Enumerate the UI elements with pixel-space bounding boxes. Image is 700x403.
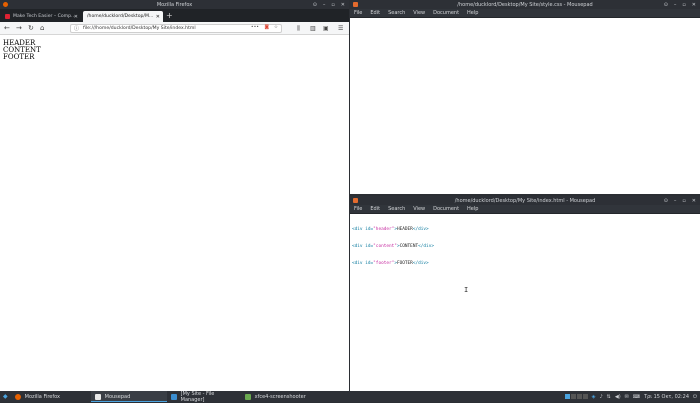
taskbar-label: xfce4-screenshooter: [254, 393, 306, 400]
mousepad-titlebar[interactable]: /home/ducklord/Desktop/My Site/index.htm…: [350, 196, 700, 205]
close-button[interactable]: ✕: [341, 2, 345, 8]
taskbar-item-screenshooter[interactable]: xfce4-screenshooter: [241, 391, 321, 402]
workspace-switcher[interactable]: [564, 394, 588, 399]
taskbar-item-mousepad[interactable]: Mousepad: [90, 391, 167, 402]
menu-view[interactable]: View: [413, 206, 425, 212]
menu-edit[interactable]: Edit: [370, 10, 380, 16]
mousepad-icon: [94, 393, 101, 400]
menu-search[interactable]: Search: [388, 206, 405, 212]
taskbar-item-firefox[interactable]: Mozilla Firefox: [11, 391, 91, 402]
code-line: <div id="content">CONTENT</div>: [352, 243, 434, 249]
mousepad-index-window: /home/ducklord/Desktop/My Site/index.htm…: [350, 196, 700, 391]
taskbar-label: Mozilla Firefox: [24, 393, 60, 400]
library-icon[interactable]: ⫼: [297, 24, 300, 33]
menu-file[interactable]: File: [354, 10, 362, 16]
taskbar-item-file-manager[interactable]: [My Site - File Manager]: [167, 390, 241, 403]
tab-label: Make Tech Easier – Comp...: [13, 14, 76, 19]
system-tray: ◈ ♪ ⇅ ◀) ✉ ⌨ Τρι 15 Οκτ, 02:24 ⏻: [564, 391, 697, 402]
menu-view[interactable]: View: [413, 10, 425, 16]
menu-file[interactable]: File: [354, 206, 362, 212]
page-footer-text: FOOTER: [3, 53, 35, 61]
mousepad-icon: [353, 1, 358, 9]
minimize-button[interactable]: –: [323, 2, 326, 8]
menu-help[interactable]: Help: [467, 206, 478, 212]
firefox-titlebar[interactable]: Mozilla Firefox ⊙ – ▫ ✕: [0, 0, 349, 9]
minimize-button[interactable]: –: [674, 198, 677, 204]
menu-document[interactable]: Document: [433, 10, 459, 16]
keyboard-layout-icon[interactable]: ⌨: [633, 394, 640, 400]
page-info-icon[interactable]: ⓘ: [74, 25, 79, 32]
maximize-button[interactable]: ▫: [682, 198, 685, 204]
taskbar: ◆ Mozilla Firefox Mousepad [My Site - Fi…: [0, 390, 700, 403]
volume-icon[interactable]: ◀): [615, 394, 621, 400]
mousepad-icon: [353, 197, 358, 205]
close-button[interactable]: ✕: [692, 198, 696, 204]
site-favicon-icon: [5, 14, 10, 19]
forward-icon[interactable]: →: [16, 24, 22, 33]
tab-close-icon[interactable]: ✕: [156, 14, 160, 20]
mousepad-titlebar[interactable]: /home/ducklord/Desktop/My Site/style.css…: [350, 0, 700, 9]
pocket-icon[interactable]: ◙: [265, 25, 269, 30]
screenshot-icon: [244, 393, 251, 400]
url-bar[interactable]: ⓘ file:///home/ducklord/Desktop/My Site/…: [70, 24, 282, 33]
network-icon[interactable]: ⇅: [607, 394, 611, 400]
tab-index-html[interactable]: /home/ducklord/Desktop/M... ✕: [83, 11, 163, 22]
tab-label: /home/ducklord/Desktop/M...: [87, 14, 154, 19]
audio-icon[interactable]: ♪: [599, 394, 602, 400]
page-content: HEADER CONTENT FOOTER: [3, 40, 41, 61]
sticky-icon[interactable]: ⊙: [664, 198, 668, 204]
notification-icon[interactable]: ✉: [625, 394, 629, 400]
hamburger-menu-icon[interactable]: ☰: [338, 24, 343, 33]
clock[interactable]: Τρι 15 Οκτ, 02:24: [644, 394, 689, 400]
text-editor-area[interactable]: [350, 18, 700, 194]
sidebar-icon[interactable]: ▥: [310, 24, 316, 33]
window-title: Mozilla Firefox: [156, 1, 193, 8]
new-tab-button[interactable]: +: [166, 11, 173, 20]
whisker-menu-button[interactable]: ◆: [0, 391, 11, 402]
menu-edit[interactable]: Edit: [370, 206, 380, 212]
maximize-button[interactable]: ▫: [682, 2, 685, 8]
text-editor-area[interactable]: <div id="header">HEADER</div> <div id="c…: [350, 214, 700, 391]
back-icon[interactable]: ←: [4, 24, 10, 33]
menu-search[interactable]: Search: [388, 10, 405, 16]
folder-icon: [170, 393, 177, 400]
firefox-icon: [14, 393, 21, 400]
reload-icon[interactable]: ↻: [28, 24, 34, 33]
navigation-toolbar: ← → ↻ ⌂ ⓘ file:///home/ducklord/Desktop/…: [0, 22, 349, 35]
menubar: File Edit Search View Document Help: [350, 205, 700, 214]
menu-help[interactable]: Help: [467, 10, 478, 16]
page-actions-icon[interactable]: •••: [251, 25, 259, 30]
firefox-icon: [3, 1, 8, 9]
tab-close-icon[interactable]: ✕: [74, 14, 78, 20]
code-line: <div id="header">HEADER</div>: [352, 227, 429, 233]
code-line: <div id="footer">FOOTER</div>: [352, 260, 429, 266]
sticky-icon[interactable]: ⊙: [313, 2, 317, 8]
url-text[interactable]: file:///home/ducklord/Desktop/My Site/in…: [83, 26, 196, 31]
home-icon[interactable]: ⌂: [40, 24, 44, 33]
power-icon[interactable]: ⏻: [693, 394, 697, 400]
code-content[interactable]: <div id="header">HEADER</div> <div id="c…: [350, 214, 700, 280]
taskbar-label: [My Site - File Manager]: [180, 390, 215, 403]
window-title: /home/ducklord/Desktop/My Site/style.css…: [457, 1, 593, 8]
app-menu-icon: ◆: [3, 393, 8, 400]
sticky-icon[interactable]: ⊙: [664, 2, 668, 8]
firefox-window: Mozilla Firefox ⊙ – ▫ ✕ Make Tech Easier…: [0, 0, 349, 391]
window-title: /home/ducklord/Desktop/My Site/index.htm…: [454, 197, 596, 204]
mousepad-style-window: /home/ducklord/Desktop/My Site/style.css…: [350, 0, 700, 194]
menubar: File Edit Search View Document Help: [350, 9, 700, 18]
bookmark-star-icon[interactable]: ☆: [274, 25, 278, 30]
dropbox-icon[interactable]: ◈: [592, 394, 596, 400]
menu-document[interactable]: Document: [433, 206, 459, 212]
tab-strip: Make Tech Easier – Comp... ✕ /home/duckl…: [0, 9, 349, 22]
synced-tabs-icon[interactable]: ▣: [323, 24, 329, 33]
text-cursor-icon: I: [464, 286, 469, 294]
tab-make-tech-easier[interactable]: Make Tech Easier – Comp... ✕: [1, 11, 81, 22]
maximize-button[interactable]: ▫: [331, 2, 334, 8]
taskbar-label: Mousepad: [104, 393, 131, 400]
minimize-button[interactable]: –: [674, 2, 677, 8]
close-button[interactable]: ✕: [692, 2, 696, 8]
